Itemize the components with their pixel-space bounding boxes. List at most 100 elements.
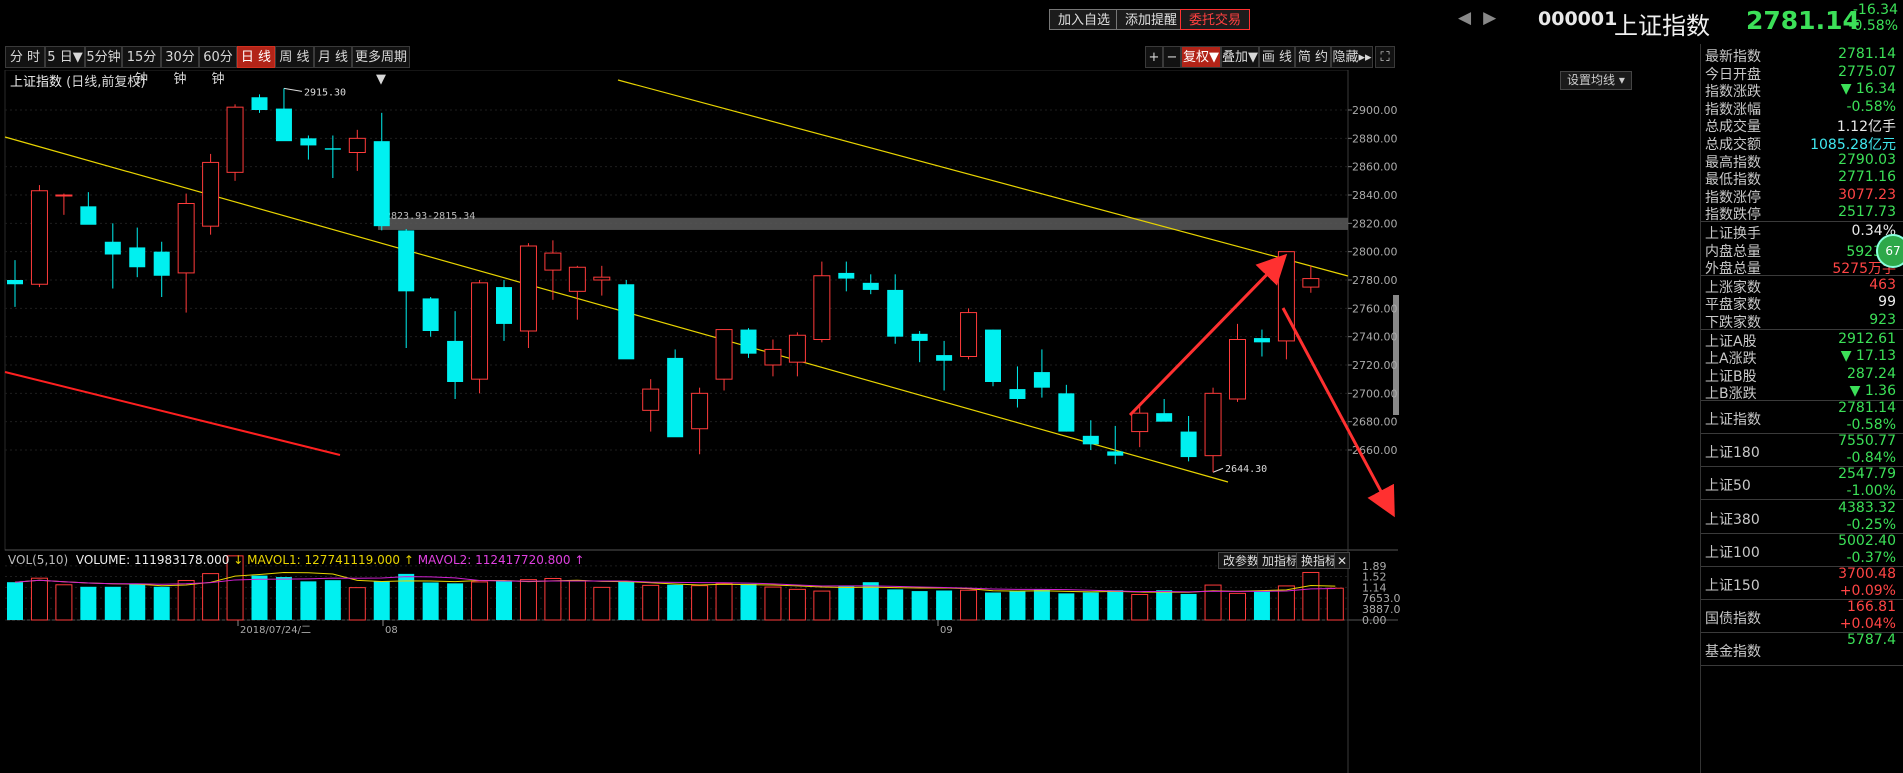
candle-body-down <box>251 97 268 110</box>
close-indicator-icon[interactable]: ✕ <box>1334 552 1350 569</box>
index-value: 3700.48 <box>1838 566 1896 582</box>
volume-bar-down <box>373 581 390 620</box>
simple-mode-button[interactable]: 简 约 <box>1295 46 1331 68</box>
index-row[interactable]: 国债指数 166.81 +0.04% <box>1701 599 1903 632</box>
quote-value: 463 <box>1869 276 1896 293</box>
volume-bar-up <box>593 586 611 621</box>
index-value: 5002.40 <box>1838 532 1896 549</box>
tab-5min[interactable]: 5分钟 <box>85 46 122 68</box>
index-row[interactable]: 上证150 3700.48 +0.09% <box>1701 566 1903 599</box>
volume-bar-up <box>177 579 195 621</box>
index-value: 2781.14 <box>1838 400 1896 416</box>
volume-bar-down <box>838 586 855 620</box>
volume-bar-down <box>447 583 464 620</box>
price-axis-label: 2760.00 <box>1352 302 1398 315</box>
refresh-badge[interactable]: 67 <box>1876 233 1903 268</box>
index-row[interactable]: 上证180 7550.77 -0.84% <box>1701 433 1903 466</box>
volume-bar-down <box>911 591 928 620</box>
hide-panel-button[interactable]: 隐藏▸▸ <box>1331 46 1373 68</box>
index-value: 2547.79 <box>1838 466 1896 483</box>
up-arrow-icon: ↑ <box>403 553 414 567</box>
price-axis-label: 2780.00 <box>1352 274 1398 287</box>
index-name: 上证指数 <box>1705 412 1761 428</box>
candle-body-down <box>324 148 341 150</box>
quote-value: ▼ 17.13 <box>1840 348 1896 365</box>
resistance-trendline <box>617 79 1349 277</box>
add-alert-button[interactable]: 添加提醒 <box>1116 9 1187 30</box>
add-watchlist-button[interactable]: 加入自选 <box>1049 9 1120 30</box>
index-name: 上证150 <box>1705 578 1760 594</box>
next-stock-icon[interactable]: ▶ <box>1483 8 1496 28</box>
adjust-rights-button[interactable]: 复权▼ <box>1181 46 1221 68</box>
volume-value: VOLUME: 111983178.000 <box>75 553 230 567</box>
index-name: 基金指数 <box>1705 644 1761 661</box>
volume-bar-down <box>667 584 684 620</box>
volume-bar-down <box>740 583 757 620</box>
volume-bar-down <box>985 592 1001 620</box>
candle-body-down <box>447 340 464 382</box>
volume-legend: VOL(5,10) VOLUME: 111983178.000 ↓ MAVOL1… <box>8 553 584 567</box>
fullscreen-icon[interactable]: ⛶ <box>1375 46 1395 68</box>
index-change: +0.09% <box>1839 583 1896 599</box>
zoom-out-button[interactable]: − <box>1163 46 1181 68</box>
entrust-trade-button[interactable]: 委托交易 <box>1180 9 1251 30</box>
candle-body-down <box>862 282 879 290</box>
candle-body-down <box>1180 431 1197 458</box>
volume-bar-down <box>129 583 146 620</box>
tab-timeshare[interactable]: 分 时 <box>5 46 45 68</box>
candle-body-up <box>348 137 366 154</box>
volume-bar-down <box>324 580 341 620</box>
volume-bar-down <box>1180 593 1197 620</box>
volume-bar-up <box>1131 594 1149 621</box>
index-name: 上证180 <box>1705 445 1760 462</box>
candle-body-down <box>887 289 904 337</box>
tab-60min[interactable]: 60分钟 <box>199 46 237 87</box>
change-value: -16.34 <box>1852 2 1898 18</box>
volume-bar-down <box>1009 591 1026 620</box>
price-axis-label: 2880.00 <box>1352 132 1398 145</box>
tab-15min[interactable]: 15分钟 <box>122 46 161 87</box>
tab-weekly[interactable]: 周 线 <box>275 46 314 68</box>
volume-axis-label: 0.00 <box>1362 614 1387 627</box>
overlay-button[interactable]: 叠加▼ <box>1221 46 1259 68</box>
quote-value: 2781.14 <box>1838 46 1896 62</box>
index-row[interactable]: 上证100 5002.40 -0.37% <box>1701 533 1903 566</box>
tab-daily[interactable]: 日 线 <box>237 46 275 68</box>
index-row[interactable]: 上证指数 2781.14 -0.58% <box>1701 400 1903 433</box>
quote-value: 3077.23 <box>1838 186 1896 203</box>
candle-body-up <box>642 388 660 411</box>
volume-bar-down <box>275 577 292 620</box>
tab-5day[interactable]: 5 日▼ <box>45 46 85 68</box>
volume-bar-down <box>7 582 23 620</box>
price-axis-label: 2680.00 <box>1352 416 1398 429</box>
red-trendline <box>4 371 341 456</box>
index-row[interactable]: 基金指数 5787.4 <box>1701 632 1903 665</box>
index-change: -0.37% <box>1846 549 1896 566</box>
zoom-in-button[interactable]: + <box>1145 46 1163 68</box>
candle-body-down <box>838 272 855 279</box>
prev-stock-icon[interactable]: ◀ <box>1458 8 1471 28</box>
candle-body-up <box>1229 339 1246 400</box>
index-value: 166.81 <box>1847 599 1896 616</box>
candle-body-up <box>593 276 611 281</box>
index-row[interactable]: 上证50 2547.79 -1.00% <box>1701 466 1903 499</box>
kline-chart[interactable]: 2018/07/24/二 08 09 2900.00 2880.00 2860.00 28… <box>0 70 1400 773</box>
index-change: +0.04% <box>1839 616 1896 633</box>
date-label: 09 <box>940 625 953 636</box>
draw-line-button[interactable]: 画 线 <box>1259 46 1295 68</box>
index-name: 国债指数 <box>1705 611 1761 628</box>
price-axis-label: 2720.00 <box>1352 359 1398 372</box>
index-row[interactable]: 上证380 4383.32 -0.25% <box>1701 500 1903 533</box>
change-percent: -0.58% <box>1848 18 1898 34</box>
low-label: 2644.30 <box>1225 464 1267 475</box>
tab-30min[interactable]: 30分钟 <box>161 46 199 87</box>
ma-settings-button[interactable]: 设置均线 ▾ <box>1560 71 1632 90</box>
stock-code: 000001 <box>1538 8 1618 30</box>
candle-body-down <box>1058 393 1075 432</box>
volume-bar-down <box>496 580 512 620</box>
tab-monthly[interactable]: 月 线 <box>314 46 352 68</box>
volume-bar-down <box>1058 593 1075 620</box>
tab-more-periods[interactable]: 更多周期▼ <box>352 46 410 87</box>
candle-body-down <box>911 333 928 341</box>
volume-bar-down <box>1253 590 1270 620</box>
